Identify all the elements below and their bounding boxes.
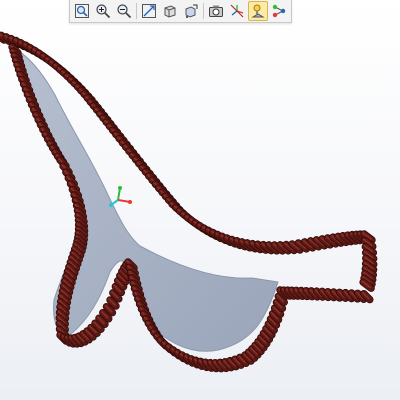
camera-icon <box>209 5 223 17</box>
node-graph-button[interactable] <box>269 1 289 21</box>
fit-all-button[interactable] <box>139 1 159 21</box>
camera-button[interactable] <box>206 1 226 21</box>
lighting-button[interactable] <box>248 1 268 21</box>
axis-y-tip <box>118 186 122 190</box>
axis-triad <box>109 186 132 207</box>
view-orientation-button[interactable] <box>160 1 180 21</box>
lighting-icon <box>251 4 265 18</box>
zoom-in-icon <box>96 4 111 19</box>
rod <box>102 302 117 317</box>
display-style-icon <box>185 4 198 18</box>
axis-x-tip <box>128 200 132 204</box>
zoom-out-button[interactable] <box>114 1 134 21</box>
view-toolbar <box>69 0 292 23</box>
zoom-window-icon <box>75 4 89 18</box>
zoom-in-button[interactable] <box>93 1 113 21</box>
rod-wall-back <box>0 31 378 292</box>
toolbar-separator <box>203 3 204 19</box>
zoom-out-icon <box>117 4 132 19</box>
fit-all-icon <box>142 4 156 18</box>
3d-viewport[interactable] <box>0 0 400 400</box>
axis-hide-button[interactable] <box>227 1 247 21</box>
sole-model[interactable] <box>0 0 400 400</box>
toolbar-separator <box>136 3 137 19</box>
axis-hide-icon <box>230 4 244 18</box>
axis-z-tip <box>109 203 113 207</box>
node-graph-icon <box>272 4 286 18</box>
rod <box>360 289 374 304</box>
display-style-button[interactable] <box>181 1 201 21</box>
view-orientation-icon <box>164 5 176 18</box>
zoom-window-button[interactable] <box>72 1 92 21</box>
